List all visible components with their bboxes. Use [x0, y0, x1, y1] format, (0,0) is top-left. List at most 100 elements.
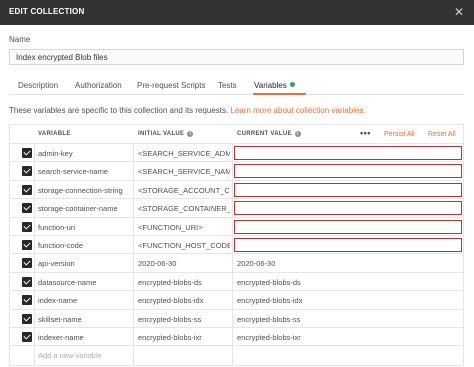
add-variable-input[interactable]: Add a new variable	[38, 351, 132, 360]
column-divider	[34, 346, 35, 365]
initial-value[interactable]: encrypted-blobs-ixr	[138, 333, 230, 342]
column-divider	[232, 346, 233, 365]
table-row: indexer-name encrypted-blobs-ixr encrypted…	[10, 327, 463, 347]
column-divider	[133, 291, 134, 309]
column-divider	[34, 272, 35, 291]
enable-checkbox[interactable]	[22, 331, 32, 342]
column-divider	[34, 199, 35, 217]
tab-bar: Description Authorization Pre-request Sc…	[9, 76, 464, 95]
enable-checkbox[interactable]	[22, 239, 32, 250]
reset-all-button[interactable]: Reset All	[428, 131, 456, 138]
table-row: function-code <FUNCTION_HOST_CODE>	[10, 235, 463, 255]
column-divider	[133, 144, 134, 162]
enable-checkbox[interactable]	[22, 258, 32, 269]
initial-value[interactable]: <SEARCH_SERVICE_ADMIN_	[138, 149, 230, 158]
column-divider	[34, 327, 35, 346]
tab-variables-label: Variables	[254, 81, 287, 90]
column-divider	[133, 162, 134, 180]
initial-value[interactable]: <FUNCTION_HOST_CODE>	[138, 241, 230, 250]
table-row: search-service-name <SEARCH_SERVICE_NAME>	[10, 162, 463, 181]
tab-authorization[interactable]: Authorization	[75, 81, 122, 90]
enable-checkbox[interactable]	[22, 276, 32, 287]
column-divider	[133, 217, 134, 235]
enable-checkbox[interactable]	[22, 148, 32, 158]
variable-key[interactable]: search-service-name	[38, 167, 132, 176]
enable-checkbox[interactable]	[22, 221, 32, 232]
highlight-box	[234, 164, 462, 179]
initial-value[interactable]: 2020-06-30	[138, 259, 230, 268]
column-divider	[133, 254, 134, 272]
tab-pre-request-scripts[interactable]: Pre-request Scripts	[137, 81, 205, 90]
initial-value[interactable]: <STORAGE_ACCOUNT_CON	[138, 186, 230, 195]
variable-key[interactable]: datasource-name	[38, 278, 132, 287]
table-row: index-name encrypted-blobs-idx encrypted-b…	[10, 291, 463, 310]
variable-key[interactable]: skillset-name	[38, 315, 132, 324]
tab-tests[interactable]: Tests	[218, 81, 237, 90]
column-divider	[232, 144, 233, 162]
highlight-box	[234, 237, 462, 252]
table-row: datasource-name encrypted-blobs-ds encrypt…	[10, 272, 463, 292]
column-divider	[34, 254, 35, 272]
close-icon[interactable]: ✕	[452, 5, 466, 19]
variable-key[interactable]: function-code	[38, 241, 132, 250]
initial-value[interactable]: encrypted-blobs-ds	[138, 278, 230, 287]
column-divider	[232, 199, 233, 217]
column-divider	[232, 180, 233, 199]
initial-value[interactable]: encrypted-blobs-ss	[138, 315, 230, 324]
enable-checkbox[interactable]	[22, 203, 32, 214]
enable-checkbox[interactable]	[22, 184, 32, 195]
table-header: VARIABLE INITIAL VALUE i CURRENT VALUE i •…	[10, 125, 463, 144]
current-value[interactable]: encrypted-blobs-ixr	[237, 333, 461, 342]
variable-key[interactable]: api-version	[38, 259, 132, 268]
variables-info: These variables are specific to this col…	[9, 106, 366, 115]
table-row: skillset-name encrypted-blobs-ss encrypted…	[10, 309, 463, 328]
table-row: api-version 2020-06-30 2020-06-30	[10, 254, 463, 273]
persist-all-button[interactable]: Persist All	[384, 131, 415, 138]
header-initial-value: INITIAL VALUE i	[138, 131, 194, 137]
info-icon[interactable]: i	[294, 131, 301, 137]
variable-key[interactable]: admin-key	[38, 149, 132, 158]
info-icon[interactable]: i	[187, 131, 194, 137]
enable-checkbox[interactable]	[22, 313, 32, 324]
initial-value[interactable]: <FUNCTION_URI>	[138, 223, 230, 232]
current-value[interactable]: 2020-06-30	[237, 259, 461, 268]
column-divider	[232, 309, 233, 327]
highlight-box	[234, 182, 462, 197]
active-tab-indicator	[253, 93, 306, 95]
column-divider	[34, 291, 35, 309]
column-divider	[232, 254, 233, 272]
variable-key[interactable]: indexer-name	[38, 333, 132, 342]
variable-key[interactable]: storage-connection-string	[38, 186, 132, 195]
learn-more-link[interactable]: Learn more about collection variables.	[230, 106, 365, 115]
variable-key[interactable]: function-uri	[38, 223, 132, 232]
column-divider	[133, 327, 134, 346]
enable-checkbox[interactable]	[22, 295, 32, 306]
column-divider	[34, 144, 35, 162]
column-divider	[133, 346, 134, 365]
variable-key[interactable]: storage-container-name	[38, 204, 132, 213]
column-divider	[232, 162, 233, 180]
initial-value[interactable]: encrypted-blobs-idx	[138, 296, 230, 305]
column-divider	[133, 180, 134, 199]
header-initial-label: INITIAL VALUE	[138, 131, 185, 137]
current-value[interactable]: encrypted-blobs-ds	[237, 278, 461, 287]
column-divider	[34, 162, 35, 180]
column-divider	[133, 199, 134, 217]
current-value[interactable]: encrypted-blobs-idx	[237, 296, 461, 305]
tab-variables[interactable]: Variables	[254, 81, 295, 90]
column-divider	[232, 291, 233, 309]
more-options-icon[interactable]: •••	[360, 128, 371, 138]
column-divider	[232, 327, 233, 346]
table-row: storage-connection-string <STORAGE_ACCOUN…	[10, 180, 463, 200]
variable-key[interactable]: index-name	[38, 296, 132, 305]
tab-description[interactable]: Description	[18, 81, 58, 90]
initial-value[interactable]: <SEARCH_SERVICE_NAME>	[138, 167, 230, 176]
highlight-box	[234, 146, 462, 160]
table-row: admin-key <SEARCH_SERVICE_ADMIN_	[10, 144, 463, 163]
enable-checkbox[interactable]	[22, 166, 32, 177]
column-divider	[232, 217, 233, 235]
initial-value[interactable]: <STORAGE_CONTAINER_NA	[138, 204, 230, 213]
current-value[interactable]: encrypted-blobs-ss	[237, 315, 461, 324]
collection-name-input[interactable]: Index encrypted Blob files	[9, 49, 464, 65]
table-body: admin-key <SEARCH_SERVICE_ADMIN_ search-se…	[10, 144, 463, 365]
